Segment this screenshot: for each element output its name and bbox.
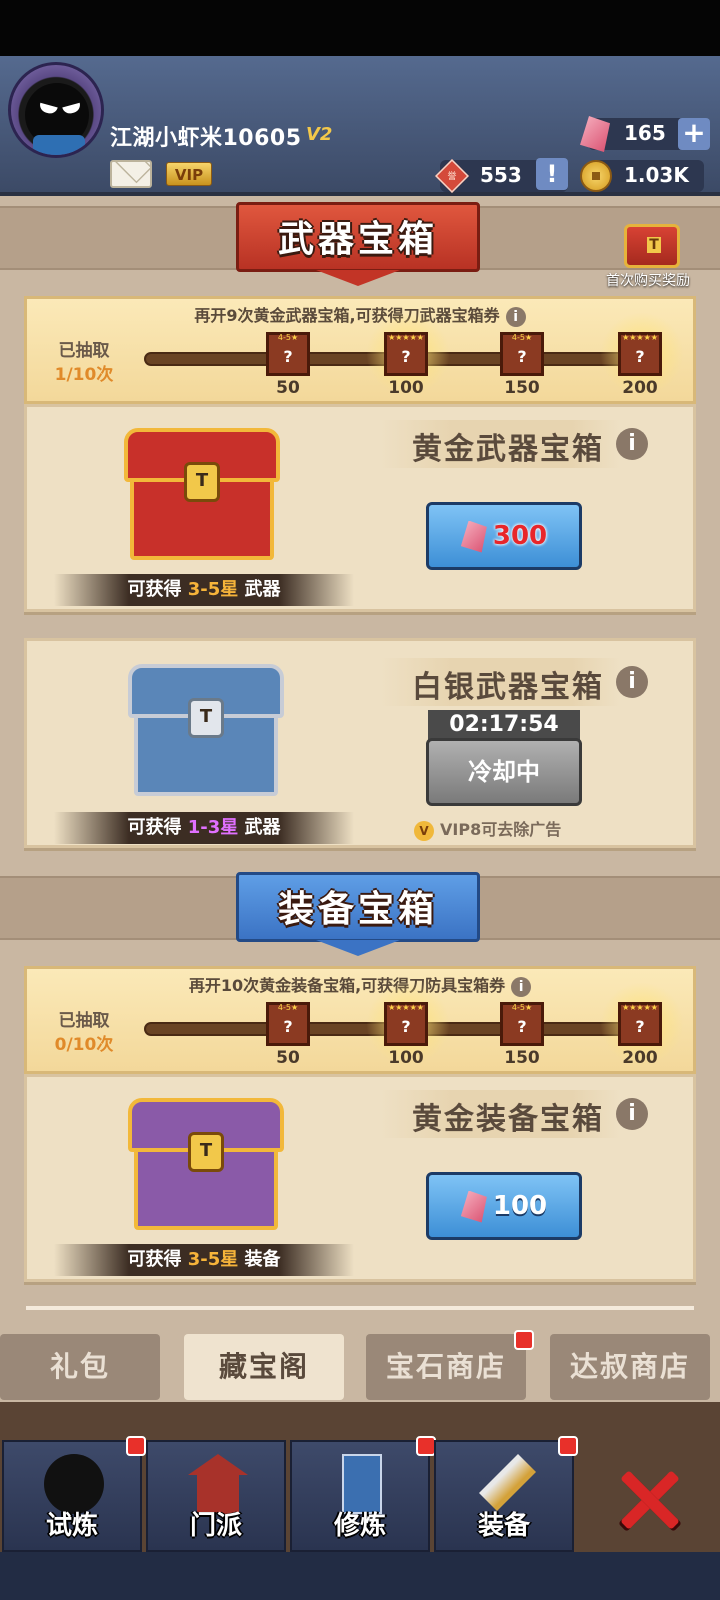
drawn-label: 已抽取 xyxy=(58,341,110,361)
milestone-reward[interactable]: ★★★★★? xyxy=(618,332,662,376)
milestone-reward[interactable]: 4-5★? xyxy=(266,332,310,376)
gem-icon xyxy=(460,1190,487,1223)
gem-icon xyxy=(460,520,487,553)
milestone-label: 150 xyxy=(504,378,540,398)
info-icon[interactable]: i xyxy=(616,666,648,698)
milestone-label: 50 xyxy=(276,378,300,398)
question-icon: ? xyxy=(283,1017,293,1036)
vip-level: V2 xyxy=(306,124,333,145)
silver-weapon-chest-image: T xyxy=(128,664,284,800)
nav-trial[interactable]: 试炼 xyxy=(2,1440,142,1552)
drawn-label: 已抽取 xyxy=(58,1011,110,1031)
question-icon: ? xyxy=(401,347,411,366)
buy-gold-equipment-chest-button[interactable]: 100 xyxy=(426,1172,582,1240)
first-buy-label[interactable]: 首次购买奖励 xyxy=(606,270,690,290)
milestone-reward[interactable]: 4-5★? xyxy=(266,1002,310,1046)
notification-dot xyxy=(416,1436,436,1456)
drawn-count: 0/10次 xyxy=(54,1035,114,1055)
milestone-label: 200 xyxy=(622,1048,658,1068)
silver-weapon-reward-text: 可获得 1-3星 武器 xyxy=(54,812,354,844)
milestone-label: 200 xyxy=(622,378,658,398)
info-icon[interactable]: i xyxy=(505,306,526,327)
gold-weapon-price: 300 xyxy=(492,521,548,551)
info-icon[interactable]: i xyxy=(511,976,532,997)
milestone-label: 150 xyxy=(504,1048,540,1068)
question-icon: ? xyxy=(401,1017,411,1036)
lock-icon: T xyxy=(188,1132,224,1172)
coin-icon xyxy=(580,160,612,192)
ribbon-tail xyxy=(316,270,400,286)
coin-count: 1.03K xyxy=(624,163,689,187)
info-icon[interactable]: i xyxy=(616,1098,648,1130)
milestone-reward[interactable]: ★★★★★? xyxy=(618,1002,662,1046)
status-bar xyxy=(0,0,720,56)
honor-info-button[interactable]: ! xyxy=(536,158,568,190)
tab-uncle-shop[interactable]: 达叔商店 xyxy=(550,1334,710,1400)
milestone-reward[interactable]: 4-5★? xyxy=(500,1002,544,1046)
first-buy-chest-icon[interactable] xyxy=(624,224,680,268)
milestone-reward[interactable]: ★★★★★? xyxy=(384,332,428,376)
gold-equipment-reward-text: 可获得 3-5星 装备 xyxy=(54,1244,354,1276)
close-icon[interactable] xyxy=(610,1460,690,1540)
equipment-progress-tip: 再开10次黄金装备宝箱,可获得刀防具宝箱券 i xyxy=(24,972,696,997)
question-icon: ? xyxy=(517,1017,527,1036)
milestone-label: 50 xyxy=(276,1048,300,1068)
gold-equipment-chest-title: 黄金装备宝箱 xyxy=(412,1102,604,1137)
notification-dot xyxy=(126,1436,146,1456)
notification-dot xyxy=(514,1330,534,1350)
tab-treasure-pavilion[interactable]: 藏宝阁 xyxy=(184,1334,344,1400)
weapon-progress-tip: 再开9次黄金武器宝箱,可获得刀武器宝箱券 i xyxy=(24,302,696,327)
silver-weapon-chest-title: 白银武器宝箱 xyxy=(412,670,604,705)
nav-cultivation[interactable]: 修炼 xyxy=(290,1440,430,1552)
tab-gift-pack[interactable]: 礼包 xyxy=(0,1334,160,1400)
ribbon-tail xyxy=(316,940,400,956)
player-avatar[interactable] xyxy=(8,62,104,158)
vip-coin-icon: V xyxy=(414,820,434,841)
divider xyxy=(26,1306,694,1310)
vip-ad-note: V VIP8可去除广告 xyxy=(414,816,561,841)
add-gems-button[interactable]: + xyxy=(678,118,710,150)
milestone-reward[interactable]: 4-5★? xyxy=(500,332,544,376)
gold-weapon-reward-text: 可获得 3-5星 武器 xyxy=(54,574,354,606)
gem-count: 165 xyxy=(624,121,666,145)
tab-gem-shop[interactable]: 宝石商店 xyxy=(366,1334,526,1400)
mail-icon[interactable] xyxy=(110,160,152,188)
question-icon: ? xyxy=(635,347,645,366)
question-icon: ? xyxy=(283,347,293,366)
question-icon: ? xyxy=(517,347,527,366)
vip-badge[interactable]: VIP xyxy=(166,162,212,186)
milestone-label: 100 xyxy=(388,1048,424,1068)
honor-count: 553 xyxy=(480,163,522,187)
milestone-reward[interactable]: ★★★★★? xyxy=(384,1002,428,1046)
gold-equipment-chest-image: T xyxy=(128,1098,284,1234)
equipment-section-title: 装备宝箱 xyxy=(236,872,480,942)
gold-weapon-chest-image: T xyxy=(124,428,280,564)
milestone-label: 100 xyxy=(388,378,424,398)
weapon-section-title: 武器宝箱 xyxy=(236,202,480,272)
nav-equipment[interactable]: 装备 xyxy=(434,1440,574,1552)
question-icon: ? xyxy=(635,1017,645,1036)
lock-icon: T xyxy=(188,698,224,738)
drawn-count: 1/10次 xyxy=(54,365,114,385)
player-name: 江湖小虾米10605 xyxy=(110,126,302,151)
lock-icon: T xyxy=(184,462,220,502)
cooldown-button[interactable]: 冷却中 xyxy=(426,738,582,806)
notification-dot xyxy=(558,1436,578,1456)
buy-gold-weapon-chest-button[interactable]: 300 xyxy=(426,502,582,570)
cooldown-timer: 02:17:54 xyxy=(428,710,580,740)
info-icon[interactable]: i xyxy=(616,428,648,460)
gold-equipment-price: 100 xyxy=(492,1191,548,1221)
gold-weapon-chest-title: 黄金武器宝箱 xyxy=(412,432,604,467)
nav-sect[interactable]: 门派 xyxy=(146,1440,286,1552)
